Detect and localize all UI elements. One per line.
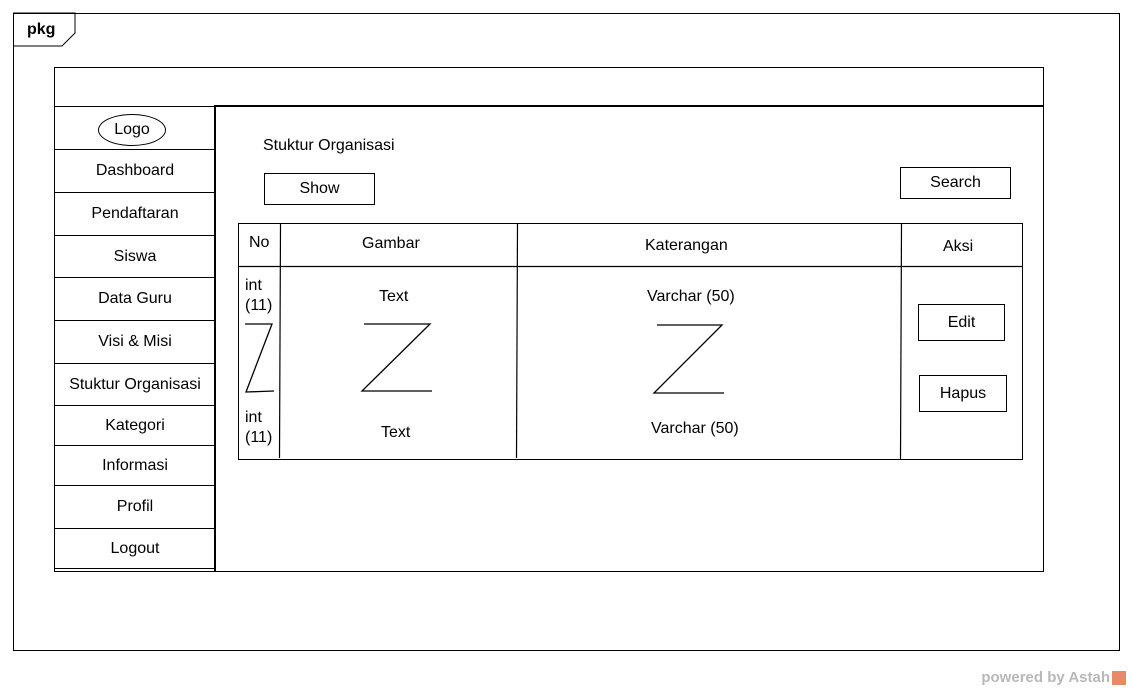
placeholder-z-sketch [245, 323, 275, 393]
data-table-grid [238, 223, 1023, 461]
edit-button-label: Edit [947, 313, 976, 331]
table-header-gambar: Gambar [362, 235, 420, 252]
placeholder-z-sketch [360, 323, 432, 392]
edit-button[interactable]: Edit [918, 304, 1005, 341]
no-cell-last-type: int [245, 409, 262, 426]
placeholder-z-sketch [652, 324, 724, 394]
keterangan-cell-first: Varchar (50) [647, 288, 735, 305]
gambar-cell-first: Text [379, 288, 409, 305]
astah-logo-icon [1112, 670, 1126, 685]
no-cell-last-size: (11) [245, 429, 273, 446]
watermark-text: powered by Astah [981, 669, 1110, 686]
table-header-aksi: Aksi [943, 238, 974, 255]
watermark: powered by Astah [981, 669, 1126, 686]
keterangan-cell-last: Varchar (50) [651, 420, 739, 437]
hapus-button[interactable]: Hapus [919, 375, 1007, 412]
hapus-button-label: Hapus [939, 384, 987, 402]
no-cell-first-size: (11) [245, 297, 273, 314]
table-header-no: No [249, 234, 270, 251]
gambar-cell-last: Text [381, 424, 411, 441]
table-header-katerangan: Katerangan [645, 237, 728, 254]
no-cell-first-type: int [245, 277, 262, 294]
